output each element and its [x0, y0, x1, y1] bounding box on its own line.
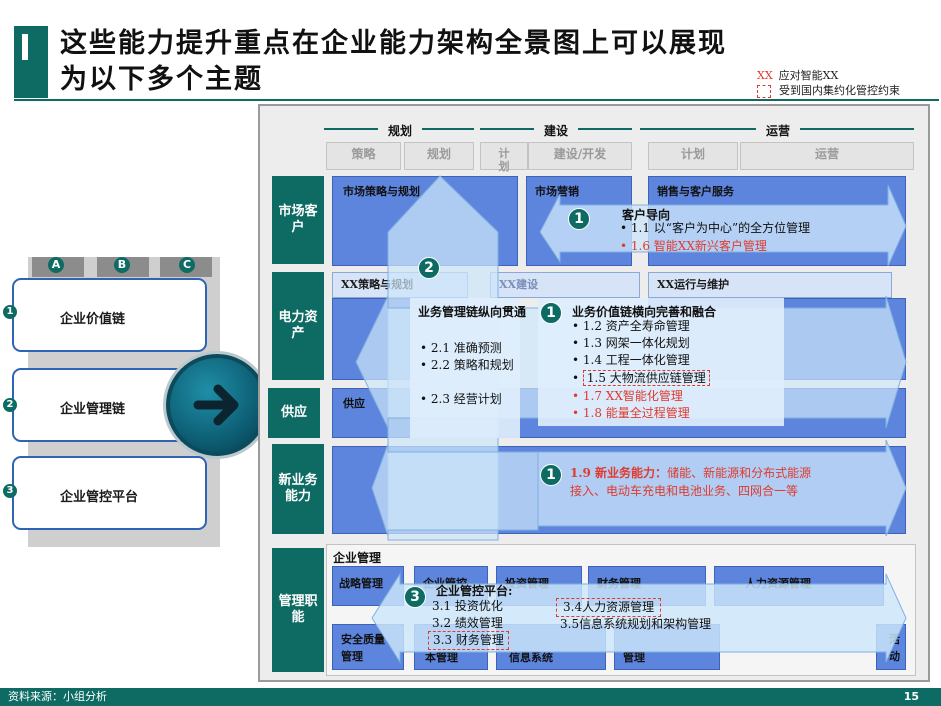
- theme-platform-item-3: 3.3 财务管理: [428, 631, 509, 650]
- theme-customer-bullet-2: • 1.6 智能XX新兴客户管理: [620, 239, 767, 253]
- theme-customer-number: 1: [568, 208, 590, 230]
- theme-horizontal-item-text: 1.2 资产全寿命管理: [582, 319, 690, 333]
- theme-customer-bullet-1-text: 1.1 以“客户为中心”的全方位管理: [630, 221, 811, 235]
- theme-vertical-item-3: • 2.3 经营计划: [420, 392, 502, 406]
- theme-horizontal-red-item-1: • 1.7 XX智能化管理: [572, 389, 683, 403]
- theme-customer-bullet-1: • 1.1 以“客户为中心”的全方位管理: [620, 221, 811, 235]
- theme-horizontal-item-1: • 1.2 资产全寿命管理: [572, 319, 690, 333]
- theme-vertical-item-1: • 2.1 准确预测: [420, 341, 502, 355]
- theme-vertical-number: 2: [418, 257, 440, 279]
- theme-customer-bullet-2-text: 1.6 智能XX新兴客户管理: [630, 239, 767, 253]
- theme-vertical-item-text: 2.1 准确预测: [430, 341, 502, 355]
- theme-platform-item-1: 3.1 投资优化: [432, 599, 503, 613]
- theme-horizontal-red-item-2: • 1.8 能量全过程管理: [572, 406, 690, 420]
- theme-1-new-business-arrow: [371, 443, 539, 537]
- theme-horizontal-red-item-text: 1.7 XX智能化管理: [582, 389, 683, 403]
- theme-horizontal-item-4: • 1.5 大物流供应链管理: [572, 370, 710, 387]
- theme-new-business-lead: 1.9 新业务能力：: [570, 466, 668, 480]
- theme-vertical-item-text: 2.3 经营计划: [430, 392, 502, 406]
- theme-horizontal-red-item-text: 1.8 能量全过程管理: [582, 406, 690, 420]
- theme-new-business-number: 1: [540, 464, 562, 486]
- page-number: 15: [903, 690, 919, 703]
- theme-horizontal-item-3: • 1.4 工程一体化管理: [572, 353, 690, 367]
- theme-new-business-text: 1.9 新业务能力：储能、新能源和分布式能源接入、电动车充电和电池业务、四网合一…: [570, 464, 820, 500]
- theme-platform-title: 企业管控平台:: [436, 584, 513, 598]
- theme-horizontal-number: 1: [540, 302, 562, 324]
- theme-horizontal-item-text: 1.5 大物流供应链管理: [582, 370, 710, 386]
- theme-horizontal-item-text: 1.4 工程一体化管理: [582, 353, 690, 367]
- theme-platform-item-5: 3.5信息系统规划和架构管理: [560, 617, 712, 631]
- theme-vertical-item-2: • 2.2 策略和规划: [420, 358, 514, 372]
- theme-platform-number: 3: [404, 586, 426, 608]
- theme-horizontal-item-2: • 1.3 网架一体化规划: [572, 336, 690, 350]
- footer-bar: 资料来源：小组分析 15: [0, 688, 941, 706]
- theme-platform-item-4: 3.4人力资源管理: [556, 598, 662, 617]
- theme-vertical-item-text: 2.2 策略和规划: [430, 358, 514, 372]
- footer-source: 资料来源：小组分析: [8, 690, 107, 703]
- theme-vertical-title: 业务管理链纵向贯通: [418, 305, 527, 319]
- theme-platform-item-2: 3.2 绩效管理: [432, 616, 503, 630]
- theme-horizontal-item-text: 1.3 网架一体化规划: [582, 336, 690, 350]
